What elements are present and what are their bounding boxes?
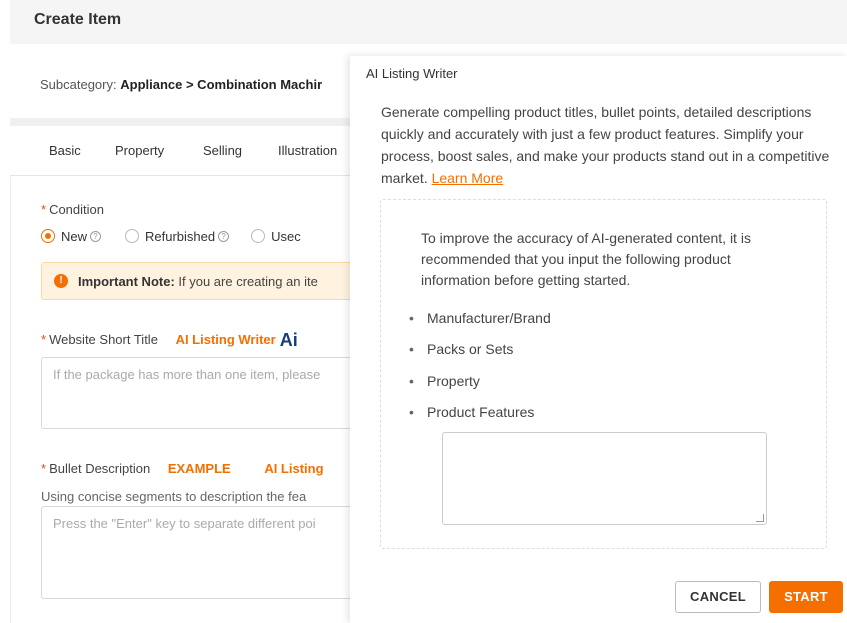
learn-more-link[interactable]: Learn More — [432, 170, 504, 186]
tab-property[interactable]: Property — [115, 143, 164, 158]
note-text: Important Note: If you are creating an i… — [78, 274, 318, 289]
guidance-text: To improve the accuracy of AI-generated … — [421, 230, 751, 288]
radio-unselected[interactable] — [251, 229, 266, 243]
help-icon[interactable]: ? — [90, 230, 102, 242]
ai-icon[interactable]: Ai — [280, 330, 298, 350]
condition-label: * Condition — [41, 202, 104, 217]
tab-illustration[interactable]: Illustration — [278, 143, 337, 158]
condition-options: New ? Refurbished ? Usec — [41, 227, 323, 245]
bullet-hint: Using concise segments to description th… — [41, 489, 307, 504]
subcategory-value: Appliance > Combination Machir — [120, 77, 323, 92]
ai-listing-writer-link[interactable]: AI Listing Writer — [176, 332, 276, 347]
tab-selling[interactable]: Selling — [203, 143, 242, 158]
condition-option-refurbished[interactable]: Refurbished ? — [125, 229, 230, 244]
subcategory-label: Subcategory: — [40, 77, 117, 92]
required-mark: * — [41, 461, 47, 476]
list-item: Product Features — [409, 404, 534, 420]
page-header: Create Item — [10, 0, 847, 44]
subcategory: Subcategory: Appliance > Combination Mac… — [40, 77, 322, 92]
required-mark: * — [41, 332, 47, 347]
input-guidance-box: To improve the accuracy of AI-generated … — [380, 199, 827, 549]
resize-handle-icon[interactable] — [756, 514, 764, 522]
product-features-input[interactable] — [442, 432, 767, 525]
example-link[interactable]: EXAMPLE — [168, 461, 231, 476]
bullet-description-input[interactable]: Press the "Enter" key to separate differ… — [41, 506, 371, 599]
condition-option-new[interactable]: New ? — [41, 229, 102, 244]
ai-listing-link[interactable]: AI Listing — [264, 461, 323, 476]
dialog-title: AI Listing Writer — [366, 66, 458, 81]
dialog-description: Generate compelling product titles, bull… — [381, 104, 830, 186]
page-title: Create Item — [34, 11, 122, 28]
list-item: Packs or Sets — [409, 341, 513, 357]
bullet-description-label: * Bullet Description EXAMPLE AI Listing — [41, 461, 324, 476]
bullet-placeholder: Press the "Enter" key to separate differ… — [53, 516, 316, 531]
short-title-label: * Website Short Title AI Listing Writer Ai — [41, 330, 298, 350]
radio-unselected[interactable] — [125, 229, 140, 243]
short-title-input[interactable]: If the package has more than one item, p… — [41, 357, 371, 429]
ai-listing-writer-dialog: AI Listing Writer Generate compelling pr… — [350, 56, 847, 623]
short-title-placeholder: If the package has more than one item, p… — [53, 367, 321, 382]
list-item: Manufacturer/Brand — [409, 310, 551, 326]
list-item: Property — [409, 373, 480, 389]
tab-basic[interactable]: Basic — [49, 143, 81, 158]
important-note: ! Important Note: If you are creating an… — [41, 262, 371, 300]
cancel-button[interactable]: CANCEL — [675, 581, 761, 613]
condition-option-used[interactable]: Usec — [251, 229, 301, 244]
divider — [10, 44, 847, 54]
help-icon[interactable]: ? — [218, 230, 230, 242]
required-mark: * — [41, 202, 47, 217]
info-icon: ! — [54, 274, 68, 288]
radio-selected[interactable] — [41, 229, 55, 243]
start-button[interactable]: START — [769, 581, 843, 613]
